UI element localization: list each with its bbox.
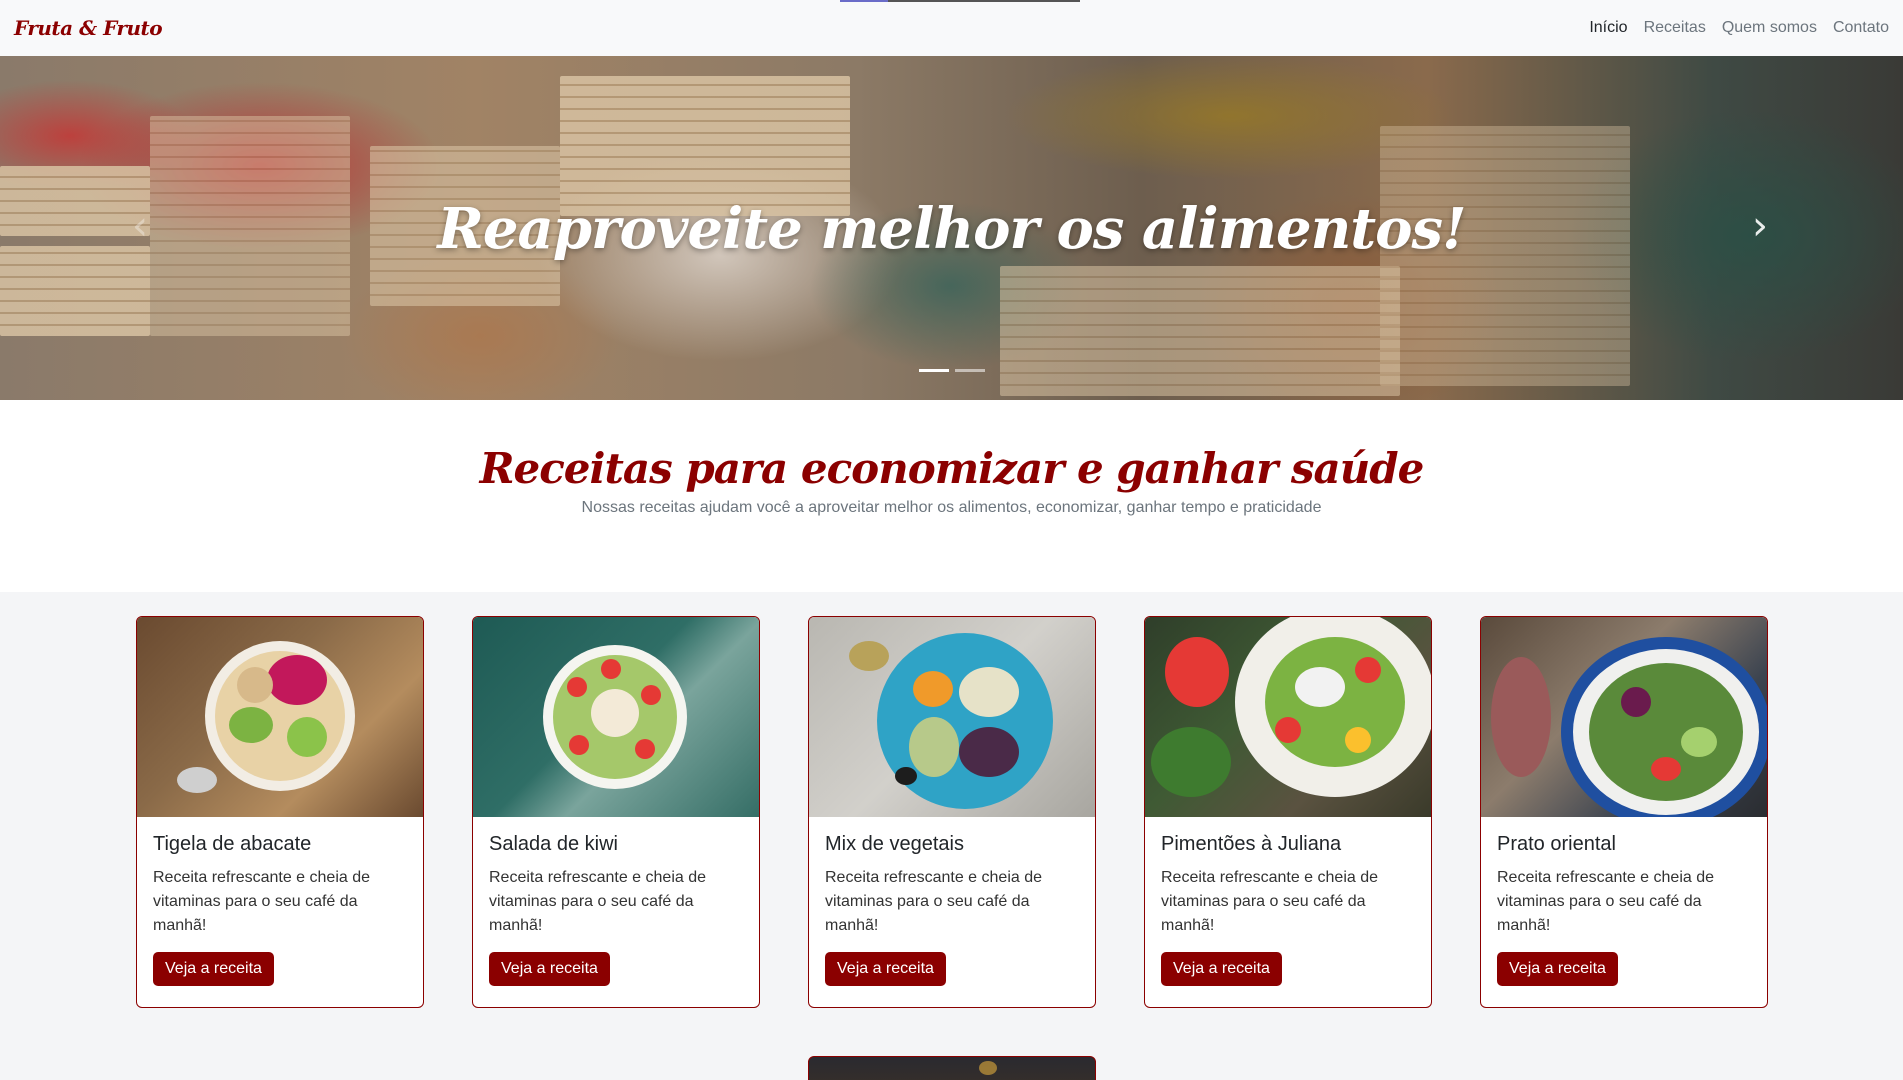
section-subtitle: Nossas receitas ajudam você a aproveitar…: [581, 499, 1322, 516]
recipe-cards: Tigela de abacate Receita refrescante e …: [136, 616, 1768, 1008]
recipe-image: [1145, 617, 1431, 817]
recipe-card-partial: [808, 1056, 1096, 1080]
recipe-card: Tigela de abacate Receita refrescante e …: [136, 616, 424, 1008]
intro-section: Receitas para economizar e ganhar saúde …: [0, 400, 1903, 592]
view-recipe-button[interactable]: Veja a receita: [153, 952, 274, 986]
nav-link-quem-somos[interactable]: Quem somos: [1722, 19, 1817, 37]
carousel-next-button[interactable]: ›: [1730, 176, 1790, 276]
nav-link-inicio[interactable]: Início: [1589, 19, 1627, 37]
card-text: Receita refrescante e cheia de vitaminas…: [153, 869, 371, 934]
section-title: Receitas para economizar e ganhar saúde: [479, 444, 1425, 493]
recipe-card: Pimentões à Juliana Receita refrescante …: [1144, 616, 1432, 1008]
crate-decoration: [560, 76, 850, 216]
recipe-image: [809, 617, 1095, 817]
hero-carousel: Reaproveite melhor os alimentos! ‹ ›: [0, 56, 1903, 400]
nav-link-receitas[interactable]: Receitas: [1644, 19, 1706, 37]
card-title: Salada de kiwi: [489, 833, 618, 855]
top-scroll-marker: [840, 0, 1080, 2]
card-text: Receita refrescante e cheia de vitaminas…: [825, 869, 1043, 934]
chevron-left-icon: ‹: [132, 203, 148, 249]
card-body: Prato oriental Receita refrescante e che…: [1481, 817, 1767, 1002]
card-text: Receita refrescante e cheia de vitaminas…: [489, 869, 707, 934]
recipe-card: Mix de vegetais Receita refrescante e ch…: [808, 616, 1096, 1008]
card-body: Salada de kiwi Receita refrescante e che…: [473, 817, 759, 1002]
view-recipe-button[interactable]: Veja a receita: [1161, 952, 1282, 986]
card-text: Receita refrescante e cheia de vitaminas…: [1161, 869, 1379, 934]
carousel-prev-button[interactable]: ‹: [110, 176, 170, 276]
card-title: Prato oriental: [1497, 833, 1616, 855]
view-recipe-button[interactable]: Veja a receita: [825, 952, 946, 986]
recipe-image: [1481, 617, 1767, 817]
carousel-indicator[interactable]: [918, 369, 949, 372]
view-recipe-button[interactable]: Veja a receita: [489, 952, 610, 986]
card-text: Receita refrescante e cheia de vitaminas…: [1497, 869, 1715, 934]
card-body: Mix de vegetais Receita refrescante e ch…: [809, 817, 1095, 1002]
recipe-card: Salada de kiwi Receita refrescante e che…: [472, 616, 760, 1008]
brand-logo[interactable]: Fruta & Fruto: [14, 16, 163, 40]
carousel-indicator[interactable]: [954, 369, 985, 372]
card-title: Tigela de abacate: [153, 833, 312, 855]
view-recipe-button[interactable]: Veja a receita: [1497, 952, 1618, 986]
navbar: Fruta & Fruto Início Receitas Quem somos…: [0, 0, 1903, 56]
chevron-right-icon: ›: [1752, 203, 1768, 249]
hero-title: Reaproveite melhor os alimentos!: [437, 196, 1466, 262]
recipe-image: [137, 617, 423, 817]
card-body: Pimentões à Juliana Receita refrescante …: [1145, 817, 1431, 1002]
recipe-card: Prato oriental Receita refrescante e che…: [1480, 616, 1768, 1008]
crate-decoration: [1000, 266, 1400, 396]
carousel-indicators: [0, 369, 1903, 372]
nav-links: Início Receitas Quem somos Contato: [1589, 19, 1889, 37]
card-title: Mix de vegetais: [825, 833, 964, 855]
card-title: Pimentões à Juliana: [1161, 833, 1342, 855]
nav-link-contato[interactable]: Contato: [1833, 19, 1889, 37]
recipe-image: [473, 617, 759, 817]
card-body: Tigela de abacate Receita refrescante e …: [137, 817, 423, 1002]
